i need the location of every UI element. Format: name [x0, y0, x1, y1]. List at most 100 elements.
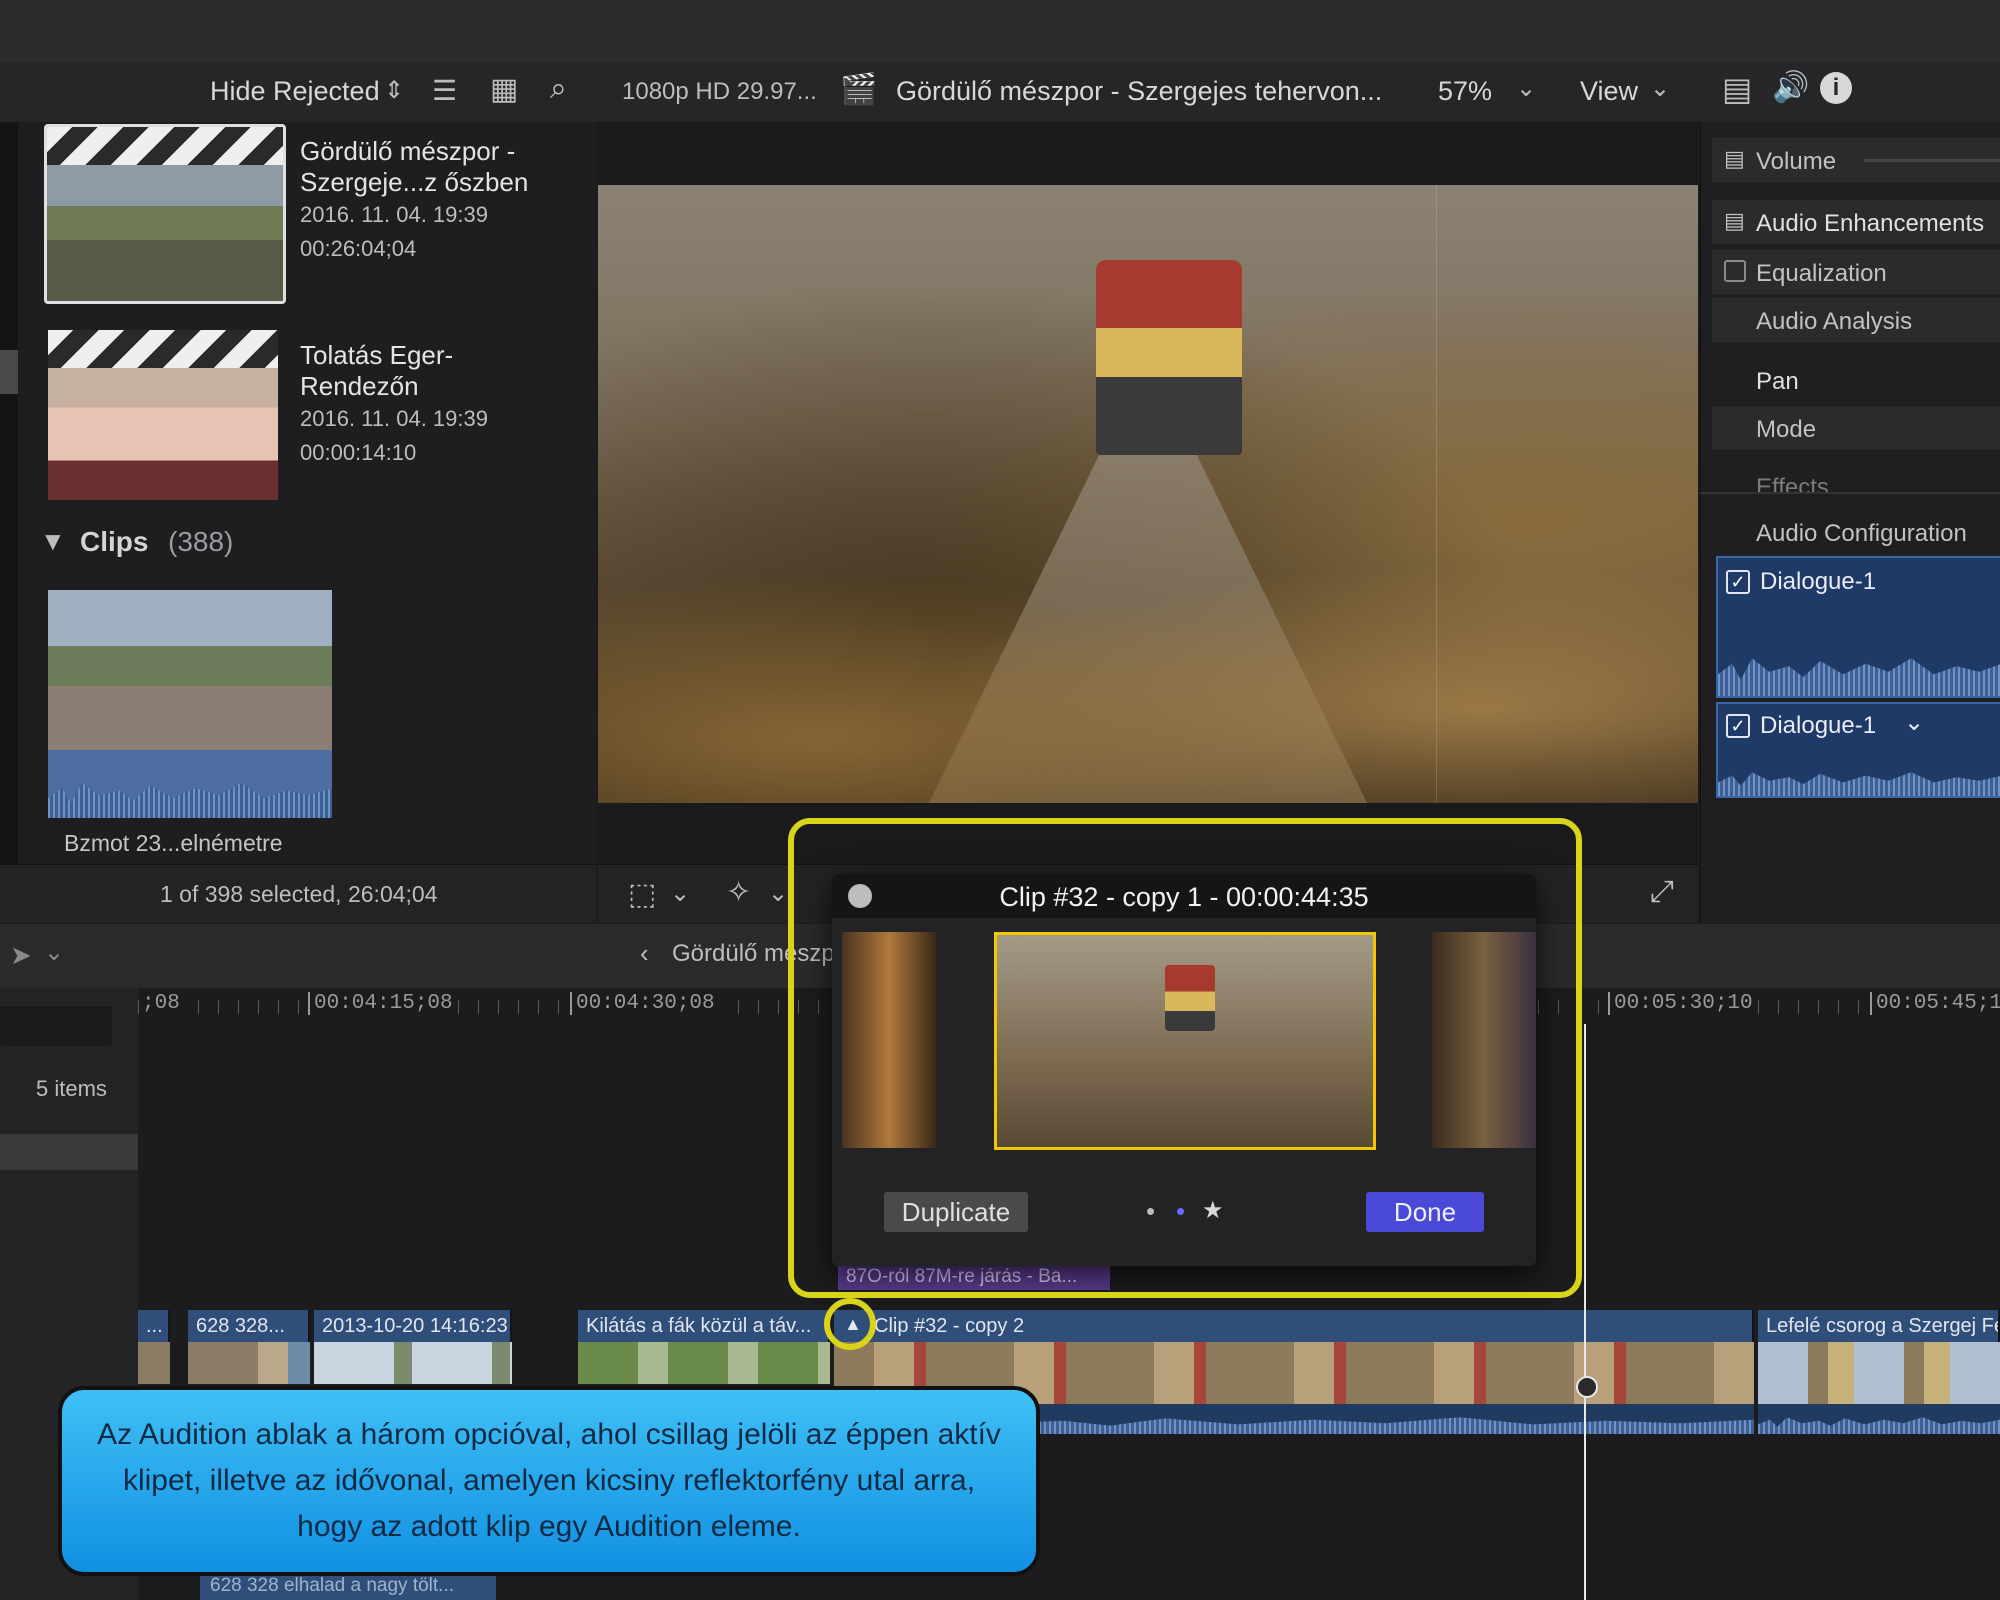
audio-inspector-icon[interactable]: 🔊	[1772, 70, 1809, 105]
event-item-1[interactable]: Gördülő mészpor - Szergeje...z őszben 20…	[300, 136, 528, 266]
timeline-clip[interactable]: Lefelé csorog a Szergej Felnémet bejára	[1758, 1310, 2000, 1434]
ruler-timecode: ;08	[140, 992, 182, 1015]
disclosure-triangle-icon[interactable]: ▼	[40, 526, 66, 557]
volume-row[interactable]: ▤ Volume	[1712, 138, 2000, 182]
event-title: Tolatás Eger-	[300, 340, 454, 370]
dialogue-track-2[interactable]: ✓ Dialogue-1 ⌄	[1716, 702, 2000, 798]
clip-filmstrip	[188, 1342, 310, 1384]
audio-waveform	[1718, 658, 2000, 696]
event-date: 2016. 11. 04. 19:39	[300, 406, 488, 431]
mode-label: Mode	[1756, 416, 1817, 443]
timeline-clip[interactable]: 628 328...	[188, 1310, 310, 1384]
clip-title: 2013-10-20 14:16:23	[314, 1310, 512, 1342]
audio-analysis-label: Audio Analysis	[1756, 308, 1913, 335]
section-icon: ▤	[1724, 146, 1745, 171]
keyframe-dot[interactable]	[1576, 1376, 1598, 1398]
audio-analysis-row[interactable]: Audio Analysis	[1712, 298, 2000, 342]
magic-wand-icon[interactable]: ✧	[726, 875, 751, 910]
back-arrow-icon[interactable]: ‹	[640, 938, 649, 969]
equalization-label: Equalization	[1756, 260, 1887, 287]
effects-row[interactable]: Effects	[1712, 466, 2000, 492]
thumbnail-image	[48, 590, 332, 750]
dialogue-track-1[interactable]: ✓ Dialogue-1	[1716, 556, 2000, 698]
zoom-level[interactable]: 57%	[1438, 76, 1492, 107]
event-title: Gördülő mészpor -	[300, 136, 516, 166]
clip-filmstrip	[314, 1342, 512, 1384]
event-thumbnail-1[interactable]	[44, 124, 286, 304]
volume-slider[interactable]	[1864, 159, 2000, 162]
chevron-down-icon[interactable]: ⌄	[670, 879, 690, 908]
event-thumbnail-2[interactable]	[48, 330, 278, 500]
timeline-clip[interactable]: ...	[138, 1310, 170, 1384]
selection-status: 1 of 398 selected, 26:04;04	[160, 881, 438, 907]
clip-filmstrip	[1758, 1342, 2000, 1404]
index-search-field[interactable]	[0, 1006, 112, 1046]
checkbox-checked-icon[interactable]: ✓	[1726, 570, 1750, 594]
clapper-icon	[47, 127, 283, 165]
playhead[interactable]	[1584, 1024, 1586, 1600]
effects-label: Effects	[1756, 474, 1829, 492]
event-item-2[interactable]: Tolatás Eger- Rendezőn 2016. 11. 04. 19:…	[300, 340, 488, 470]
viewer-guide	[1436, 185, 1437, 803]
clip-filmstrip	[578, 1342, 830, 1384]
list-view-icon[interactable]: ☰	[432, 74, 457, 107]
info-icon[interactable]: i	[1820, 72, 1852, 104]
fullscreen-icon[interactable]: ⤢	[1650, 875, 1674, 909]
checkbox-checked-icon[interactable]: ✓	[1726, 714, 1750, 738]
hide-rejected-filter[interactable]: Hide Rejected	[210, 76, 380, 107]
ruler-timecode: 00:05:45;1	[1870, 992, 2000, 1015]
equalization-checkbox[interactable]	[1724, 260, 1746, 282]
sidebar-scrollbar[interactable]	[0, 350, 18, 394]
chevron-down-icon[interactable]: ⌄	[1904, 708, 1924, 737]
audio-enhancements-row[interactable]: ▤ Audio Enhancements	[1712, 200, 2000, 244]
section-icon: ▤	[1724, 208, 1745, 233]
timeline-clip[interactable]: Kilátás a fák közül a táv...	[578, 1310, 830, 1384]
clip-waveform	[48, 750, 332, 818]
view-menu[interactable]: View	[1580, 76, 1638, 107]
clip-thumbnail[interactable]	[48, 590, 332, 818]
chevron-down-icon[interactable]: ⌄	[1650, 74, 1670, 103]
filmstrip-icon[interactable]: ▦	[490, 72, 518, 107]
clip-title: 628 328...	[188, 1310, 310, 1342]
clip-title: Clip #32 - copy 2	[834, 1310, 1754, 1342]
dialogue-label: Dialogue-1	[1760, 568, 1877, 595]
locomotive	[1096, 260, 1242, 455]
mode-row[interactable]: Mode	[1712, 406, 2000, 450]
timeline-clip[interactable]: 2013-10-20 14:16:23	[314, 1310, 512, 1384]
chevron-down-icon[interactable]: ⌄	[768, 879, 788, 908]
clapper-icon	[48, 330, 278, 368]
chevron-down-icon[interactable]: ⌄	[44, 938, 64, 967]
items-count: 5 items	[36, 1076, 107, 1101]
arrow-tool-icon[interactable]: ➤	[10, 940, 32, 971]
ruler-timecode: 00:04:15;08	[308, 992, 457, 1015]
equalization-row[interactable]: Equalization	[1712, 250, 2000, 294]
window-titlebar	[0, 0, 2000, 62]
video-inspector-icon[interactable]: ▤	[1722, 70, 1752, 108]
event-date: 2016. 11. 04. 19:39	[300, 202, 488, 227]
toolbar: Hide Rejected ⇕ ☰ ▦ ⌕ 1080p HD 29.97... …	[0, 62, 2000, 123]
chevron-down-icon[interactable]: ⌄	[1516, 74, 1536, 103]
clip-filmstrip	[138, 1342, 170, 1384]
clips-header: Clips	[80, 526, 149, 557]
lower-clip[interactable]: 628 328 elhalad a nagy tölt...	[200, 1572, 496, 1600]
video-frame[interactable]	[598, 185, 1698, 803]
ruler-timecode: 00:04:30;08	[570, 992, 719, 1015]
pan-header: Pan	[1756, 368, 1799, 395]
event-title: Rendezőn	[300, 371, 419, 401]
thumbnail-image	[47, 165, 283, 301]
clip-title: Kilátás a fák közül a táv...	[578, 1310, 830, 1342]
clapper-icon[interactable]: 🎬	[840, 72, 877, 107]
index-selected-row[interactable]	[0, 1134, 138, 1170]
audio-waveform	[1718, 772, 2000, 796]
clip-name: Bzmot 23...elnémetre	[64, 830, 283, 856]
highlight-circle	[824, 1298, 876, 1350]
format-label: 1080p HD 29.97...	[622, 78, 817, 105]
search-icon[interactable]: ⌕	[550, 72, 567, 106]
dialogue-label: Dialogue-1	[1760, 712, 1877, 739]
event-duration: 00:00:14:10	[300, 440, 417, 465]
divider	[1700, 492, 2000, 494]
event-duration: 00:26:04;04	[300, 236, 417, 261]
transform-icon[interactable]: ⬚	[628, 877, 656, 912]
chevron-updown-icon[interactable]: ⇕	[384, 76, 404, 105]
clips-count: (388)	[168, 526, 234, 557]
